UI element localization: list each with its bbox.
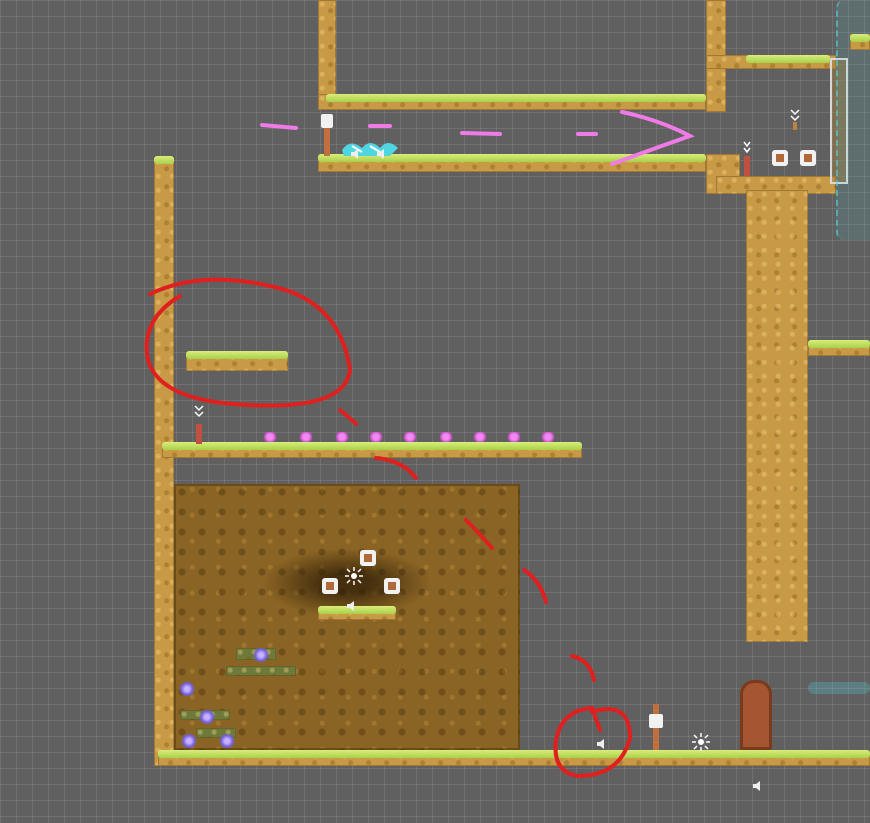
speaker-icon[interactable] — [596, 738, 608, 750]
floating-platform-grass — [186, 351, 288, 359]
waypoint-icon[interactable] — [798, 146, 818, 170]
water-edge — [808, 682, 870, 694]
crystal-icon[interactable] — [402, 432, 418, 442]
crystal-icon[interactable] — [540, 432, 556, 442]
crystal-ledge-grass — [162, 442, 582, 450]
left-tall-wall[interactable] — [154, 158, 174, 766]
crystal-icon[interactable] — [334, 432, 350, 442]
crystal-icon[interactable] — [198, 710, 216, 724]
crystal-icon[interactable] — [506, 432, 522, 442]
ground-floor-grass — [158, 750, 870, 758]
crystal-icon[interactable] — [472, 432, 488, 442]
spawner-icon[interactable] — [192, 404, 206, 444]
mossy-step[interactable] — [226, 666, 296, 676]
crystal-icon[interactable] — [218, 734, 236, 748]
speaker-icon[interactable] — [350, 148, 362, 160]
right-tall-column[interactable] — [746, 190, 808, 642]
waypoint-icon[interactable] — [320, 576, 340, 598]
speaker-icon[interactable] — [752, 780, 764, 792]
crystal-icon[interactable] — [252, 648, 270, 662]
waypoint-icon[interactable] — [770, 146, 790, 170]
fish-icon[interactable] — [340, 136, 400, 160]
crystal-icon[interactable] — [438, 432, 454, 442]
crystal-icon[interactable] — [180, 734, 198, 748]
spawner-icon[interactable] — [788, 108, 802, 132]
crystal-icon[interactable] — [262, 432, 278, 442]
waypoint-icon[interactable] — [648, 698, 664, 750]
light-icon[interactable] — [344, 566, 364, 586]
light-icon[interactable] — [690, 732, 712, 752]
upper-left-pillar[interactable] — [318, 0, 336, 108]
waypoint-icon[interactable] — [382, 576, 402, 598]
spawner-icon[interactable] — [740, 140, 754, 176]
waypoint-icon[interactable] — [320, 114, 334, 156]
left-wall-top-grass — [154, 156, 174, 164]
crystal-icon[interactable] — [368, 432, 384, 442]
crystal-icon[interactable] — [298, 432, 314, 442]
right-top-stub-grass — [850, 34, 870, 42]
right-mid-ledge-grass — [808, 340, 870, 348]
speaker-icon[interactable] — [376, 148, 388, 160]
upper-corridor-ceiling-grass — [326, 94, 706, 102]
level-editor-viewport[interactable] — [0, 0, 870, 823]
speaker-icon[interactable] — [346, 600, 358, 612]
right-upper-ledge-grass — [746, 55, 830, 63]
crystal-icon[interactable] — [178, 682, 196, 696]
door-icon[interactable] — [740, 680, 772, 750]
